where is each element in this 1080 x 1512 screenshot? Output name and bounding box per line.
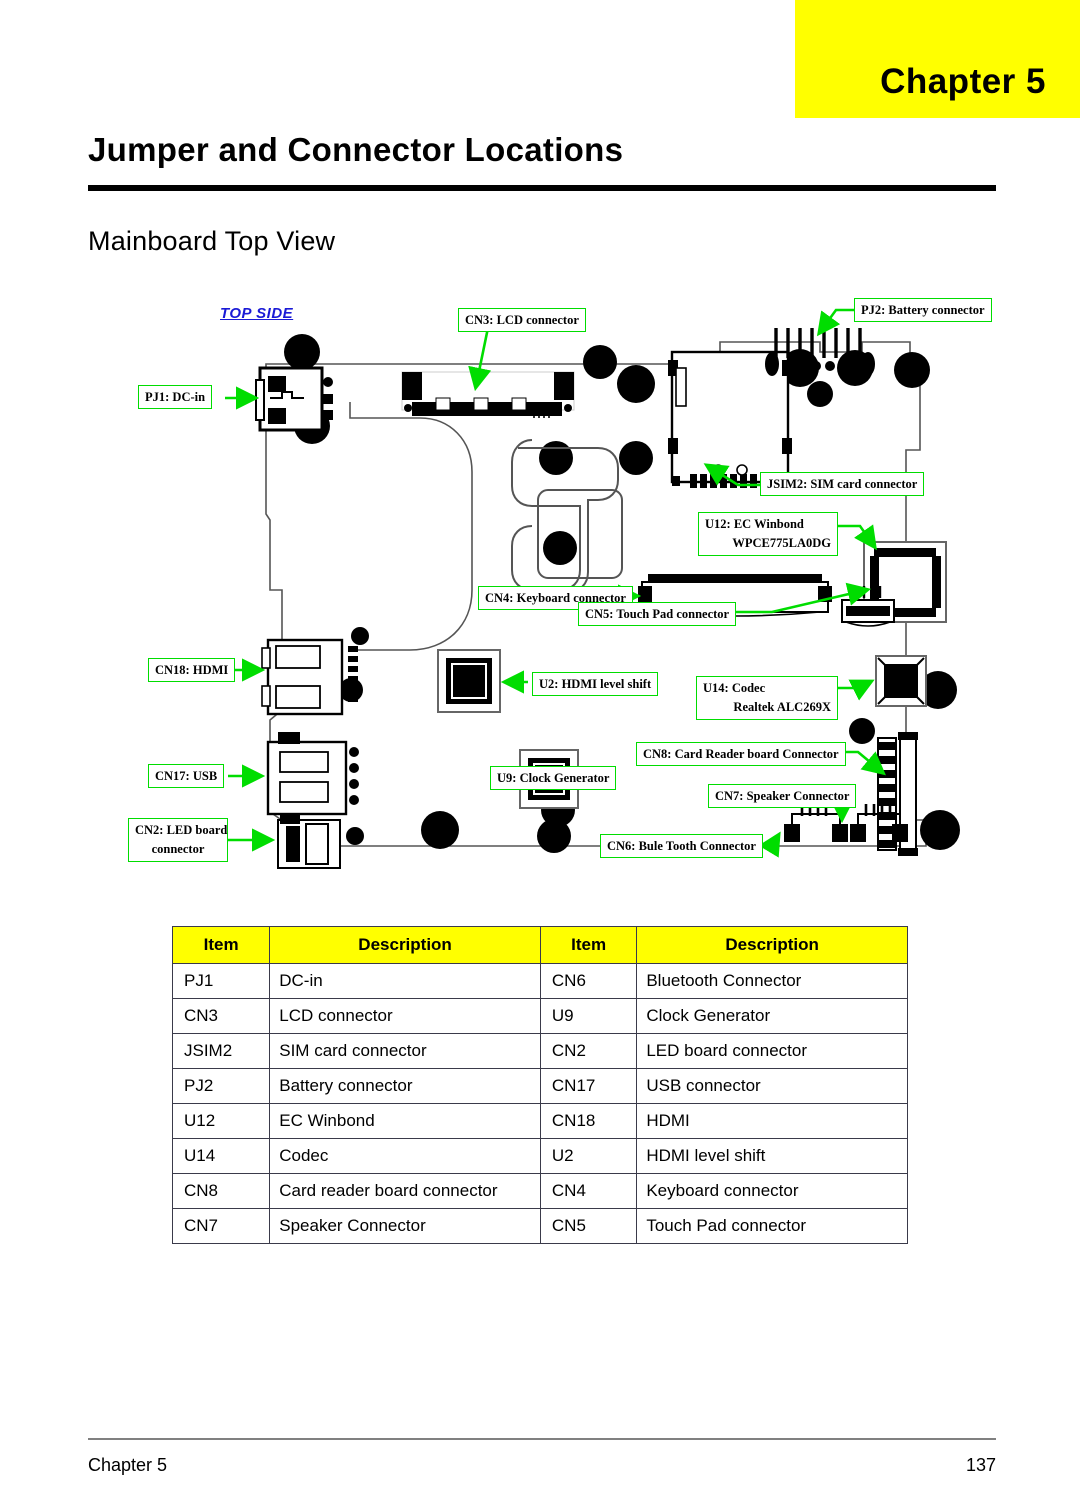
table-header-description-1: Description [269, 926, 541, 964]
cell-description: DC-in [269, 963, 541, 999]
cell-description: Keyboard connector [636, 1173, 908, 1209]
lcd-connector-graphic [401, 371, 575, 418]
table-header-item-2: Item [539, 926, 638, 964]
callout-u12-ec-winbond: U12: EC Winbond WPCE775LA0DG [698, 512, 838, 556]
codec-chip-graphic [875, 655, 927, 707]
cell-item: CN8 [171, 1173, 271, 1209]
led-board-connector-graphic [277, 814, 341, 869]
cell-description: HDMI [636, 1103, 908, 1139]
dc-in-jack-graphic [255, 366, 333, 432]
chapter-banner: Chapter 5 [795, 0, 1080, 118]
table-row: CN8 Card reader board connector CN4 Keyb… [171, 1173, 908, 1209]
cell-description: HDMI level shift [636, 1138, 908, 1174]
cell-item: U9 [539, 998, 638, 1034]
cell-item: CN18 [539, 1103, 638, 1139]
callout-u14-line1: U14: Codec [703, 681, 766, 695]
cell-item: CN2 [539, 1033, 638, 1069]
table-row: PJ1 DC-in CN6 Bluetooth Connector [171, 963, 908, 999]
callout-u9-clock-generator: U9: Clock Generator [490, 766, 617, 791]
table-row: PJ2 Battery connector CN17 USB connector [171, 1068, 908, 1104]
cell-item: PJ1 [171, 963, 271, 999]
callout-jsim2-sim-card: JSIM2: SIM card connector [760, 472, 925, 497]
footer-page-number: 137 [965, 1455, 996, 1475]
footer-divider [88, 1438, 996, 1440]
callout-cn18-hdmi: CN18: HDMI [148, 658, 236, 683]
cell-item: CN3 [171, 998, 271, 1034]
cell-description: LCD connector [269, 998, 541, 1034]
callout-u2-hdmi-level-shift: U2: HDMI level shift [532, 672, 659, 697]
cell-description: Touch Pad connector [636, 1208, 908, 1244]
hdmi-port-graphic [261, 638, 358, 716]
mainboard-top-view-diagram: TOP SIDE PJ1: DC-in CN3: LCD connector P… [120, 290, 1000, 875]
cell-description: EC Winbond [269, 1103, 541, 1139]
cell-item: CN4 [539, 1173, 638, 1209]
callout-cn3-lcd-connector: CN3: LCD connector [458, 308, 586, 333]
chapter-banner-label: Chapter 5 [880, 62, 1046, 101]
cell-item: U2 [539, 1138, 638, 1174]
table-header-row: Item Description Item Description [171, 926, 908, 964]
table-row: CN7 Speaker Connector CN5 Touch Pad conn… [171, 1208, 908, 1244]
cell-item: CN7 [171, 1208, 271, 1244]
table-row: CN3 LCD connector U9 Clock Generator [171, 998, 908, 1034]
callout-cn8-card-reader: CN8: Card Reader board Connector [636, 742, 846, 767]
cell-description: Battery connector [269, 1068, 541, 1104]
cell-item: U14 [171, 1138, 271, 1174]
cell-description: Card reader board connector [269, 1173, 541, 1209]
connector-item-table: Item Description Item Description PJ1 DC… [171, 926, 908, 1244]
footer-chapter-label: Chapter 5 [88, 1455, 168, 1475]
hdmi-level-shift-chip-graphic [437, 649, 501, 713]
cell-item: PJ2 [171, 1068, 271, 1104]
section-title: Mainboard Top View [88, 226, 336, 256]
cell-description: Speaker Connector [269, 1208, 541, 1244]
top-side-label: TOP SIDE [220, 305, 294, 322]
callout-cn17-usb: CN17: USB [148, 764, 225, 789]
table-row: JSIM2 SIM card connector CN2 LED board c… [171, 1033, 908, 1069]
usb-port-graphic [266, 732, 359, 816]
callout-cn6-bluetooth-connector: CN6: Bule Tooth Connector [600, 834, 763, 859]
cell-item: CN5 [539, 1208, 638, 1244]
callout-cn5-touchpad-connector: CN5: Touch Pad connector [578, 602, 737, 627]
callout-u14-line2: Realtek ALC269X [733, 699, 831, 714]
cell-description: LED board connector [636, 1033, 908, 1069]
callout-u12-line2: WPCE775LA0DG [732, 535, 831, 550]
page-title: Jumper and Connector Locations [88, 131, 624, 168]
cell-description: SIM card connector [269, 1033, 541, 1069]
callout-cn2-line1: CN2: LED board [135, 823, 228, 837]
table-header-item-1: Item [171, 926, 271, 964]
table-header-description-2: Description [636, 926, 908, 964]
callout-u14-codec: U14: Codec Realtek ALC269X [696, 676, 838, 720]
callout-pj2-battery-connector: PJ2: Battery connector [854, 298, 992, 323]
cell-description: Bluetooth Connector [636, 963, 908, 999]
callout-u12-line1: U12: EC Winbond [705, 517, 804, 531]
cell-item: CN17 [539, 1068, 638, 1104]
cell-description: USB connector [636, 1068, 908, 1104]
title-divider [88, 185, 996, 191]
cell-item: CN6 [539, 963, 638, 999]
cell-item: JSIM2 [171, 1033, 271, 1069]
cell-description: Clock Generator [636, 998, 908, 1034]
callout-cn2-led-board: CN2: LED board connector [128, 818, 228, 862]
callout-cn2-line2: connector [151, 841, 205, 856]
table-row: U12 EC Winbond CN18 HDMI [171, 1103, 908, 1139]
cell-item: U12 [171, 1103, 271, 1139]
callout-pj1-dc-in: PJ1: DC-in [138, 385, 213, 410]
callout-cn7-speaker-connector: CN7: Speaker Connector [708, 784, 857, 809]
cell-description: Codec [269, 1138, 541, 1174]
table-row: U14 Codec U2 HDMI level shift [171, 1138, 908, 1174]
